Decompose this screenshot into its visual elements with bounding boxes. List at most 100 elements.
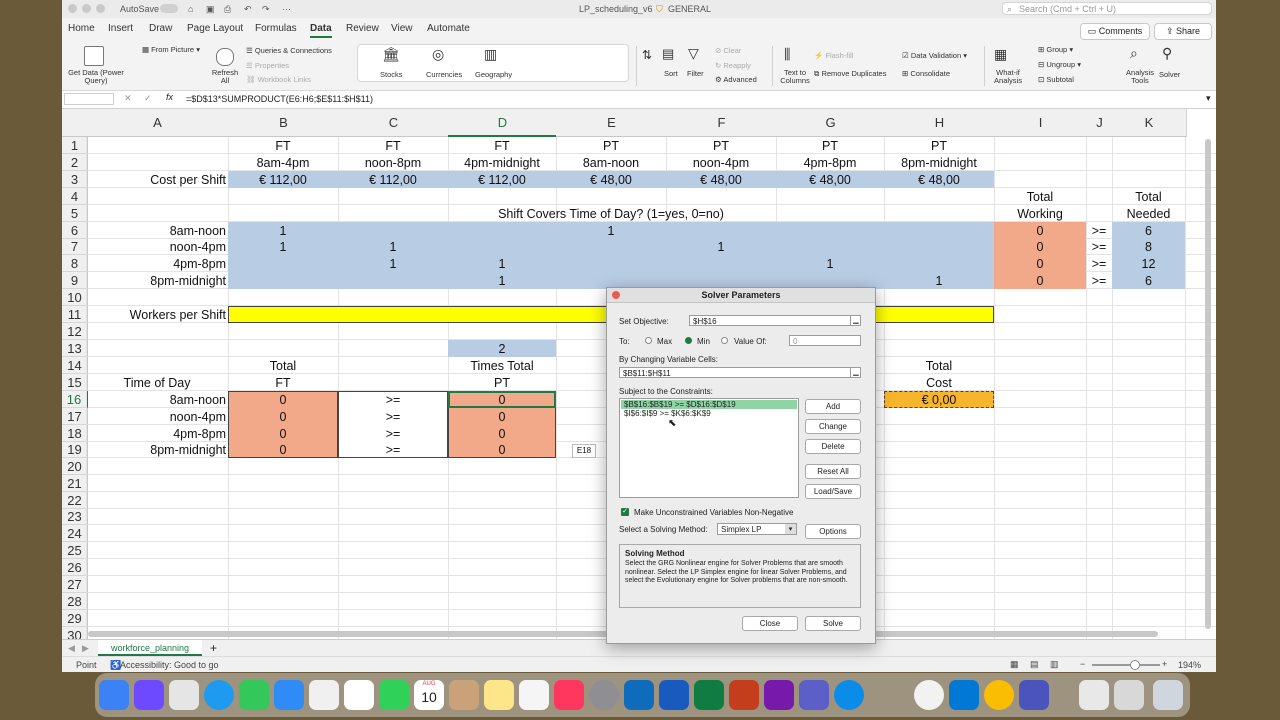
cell-i9[interactable]: 0 — [994, 273, 1086, 289]
page-break-view-icon[interactable]: ▥ — [1050, 659, 1059, 670]
cell-k9[interactable]: 6 — [1112, 273, 1185, 289]
cell-b14[interactable]: Total — [228, 358, 338, 374]
teams-classic-icon[interactable] — [1019, 680, 1049, 710]
minimize-window-icon[interactable] — [82, 4, 91, 13]
home-icon[interactable]: ⌂ — [188, 4, 193, 14]
comments-button[interactable]: ▭ Comments — [1080, 23, 1150, 40]
cell-f3[interactable]: € 48,00 — [666, 172, 776, 188]
cell-a7[interactable]: noon-4pm — [86, 239, 226, 255]
currencies-icon[interactable]: ◎ — [432, 46, 444, 63]
row-header-6[interactable]: 6 — [62, 222, 88, 239]
formula-input[interactable]: =$D$13*SUMPRODUCT(E6:H6;$E$11:$H$11) — [186, 94, 373, 104]
solver-icon[interactable]: ⚲ — [1162, 45, 1172, 62]
cell-i8[interactable]: 0 — [994, 256, 1086, 272]
maps-icon[interactable] — [309, 680, 339, 710]
teams-icon[interactable] — [799, 680, 829, 710]
edge-icon[interactable] — [834, 680, 864, 710]
row-header-10[interactable]: 10 — [62, 289, 88, 306]
cell-k5[interactable]: Needed — [1112, 206, 1185, 222]
cell-g1[interactable]: PT — [776, 138, 884, 154]
cell-h9[interactable]: 1 — [884, 273, 994, 289]
tab-review[interactable]: Review — [346, 23, 379, 34]
cell-b16[interactable]: 0 — [228, 392, 338, 408]
currencies-button[interactable]: Currencies — [426, 70, 462, 79]
nonnegative-checkbox[interactable]: ✓ — [621, 508, 629, 516]
group-button[interactable]: ⊞ Group ▾ — [1038, 45, 1073, 54]
constraint-item[interactable]: $I$6:$I$9 >= $K$6:$K$9 — [621, 409, 797, 418]
row-header-2[interactable]: 2 — [62, 154, 88, 171]
notes-icon[interactable] — [484, 680, 514, 710]
screenshot-icon[interactable] — [1114, 680, 1144, 710]
cell-e6[interactable]: 1 — [556, 223, 666, 239]
value-of-radio[interactable] — [721, 337, 728, 344]
cell-f1[interactable]: PT — [666, 138, 776, 154]
outlook-icon[interactable] — [624, 680, 654, 710]
autosave-toggle[interactable] — [160, 4, 178, 13]
row-header-5[interactable]: 5 — [62, 205, 88, 222]
row-header-24[interactable]: 24 — [62, 525, 88, 542]
row-header-13[interactable]: 13 — [62, 340, 88, 357]
cell-e2[interactable]: 8am-noon — [556, 155, 666, 171]
row-header-22[interactable]: 22 — [62, 492, 88, 509]
options-button[interactable]: Options — [805, 524, 861, 539]
solve-button[interactable]: Solve — [805, 616, 861, 631]
changing-cells-input[interactable]: $B$11:$H$11 — [619, 367, 861, 378]
consolidate-button[interactable]: ⊞ Consolidate — [902, 69, 950, 78]
calendar-icon[interactable]: AUG 10 — [414, 680, 444, 710]
cell-a9[interactable]: 8pm-midnight — [86, 273, 226, 289]
onenote-icon[interactable] — [764, 680, 794, 710]
vertical-scrollbar[interactable] — [1205, 139, 1211, 629]
row-header-28[interactable]: 28 — [62, 593, 88, 610]
accessibility-status[interactable]: Accessibility: Good to go — [120, 660, 219, 670]
cell-a17[interactable]: noon-4pm — [86, 409, 226, 425]
safari-icon[interactable] — [204, 680, 234, 710]
print-icon[interactable]: ⎙ — [224, 4, 231, 15]
cell-d18[interactable]: 0 — [448, 426, 556, 442]
cell-a8[interactable]: 4pm-8pm — [86, 256, 226, 272]
cell-i4[interactable]: Total — [994, 189, 1086, 205]
cell-d14[interactable]: Times Total — [448, 358, 556, 374]
constraints-list[interactable]: $B$16:$B$19 >= $D$16:$D$19 $I$6:$I$9 >= … — [619, 398, 799, 498]
cell-b17[interactable]: 0 — [228, 409, 338, 425]
freeform-icon[interactable] — [519, 680, 549, 710]
row-header-16[interactable]: 16 — [62, 391, 88, 408]
photos-icon[interactable] — [344, 680, 374, 710]
zoom-slider[interactable] — [1092, 664, 1160, 666]
text-to-columns-icon[interactable]: ⫼ — [784, 46, 790, 63]
add-constraint-button[interactable]: Add — [805, 399, 861, 414]
zoom-level[interactable]: 194% — [1178, 660, 1201, 670]
normal-view-icon[interactable]: ▦ — [1010, 659, 1019, 670]
cell-d5[interactable]: Shift Covers Time of Day? (1=yes, 0=no) — [228, 206, 994, 222]
powerpoint-icon[interactable] — [729, 680, 759, 710]
expand-formula-icon[interactable]: ▾ — [1206, 93, 1211, 104]
cell-b19[interactable]: 0 — [228, 442, 338, 458]
clear-filter-button[interactable]: ⊘ Clear — [715, 46, 741, 55]
refresh-icon[interactable] — [216, 48, 234, 66]
row-header-15[interactable]: 15 — [62, 374, 88, 391]
vscode-icon[interactable] — [949, 680, 979, 710]
text-to-columns-button[interactable]: Text to Columns — [776, 69, 814, 85]
messages-icon[interactable] — [239, 680, 269, 710]
cell-d8[interactable]: 1 — [448, 256, 556, 272]
filter-icon[interactable]: ▽ — [688, 45, 699, 62]
row-header-8[interactable]: 8 — [62, 255, 88, 272]
what-if-analysis-button[interactable]: What-if Analysis — [990, 69, 1026, 85]
cell-j8[interactable]: >= — [1086, 256, 1112, 272]
cell-i5[interactable]: Working — [994, 206, 1086, 222]
row-header-29[interactable]: 29 — [62, 610, 88, 627]
cell-h15[interactable]: Cost — [884, 375, 994, 391]
cell-d1[interactable]: FT — [448, 138, 556, 154]
geography-button[interactable]: Geography — [475, 70, 512, 79]
row-header-12[interactable]: 12 — [62, 323, 88, 340]
cell-h2[interactable]: 8pm-midnight — [884, 155, 994, 171]
cell-d19[interactable]: 0 — [448, 442, 556, 458]
cell-e3[interactable]: € 48,00 — [556, 172, 666, 188]
page-layout-view-icon[interactable]: ▤ — [1030, 659, 1039, 670]
cell-c7[interactable]: 1 — [338, 239, 448, 255]
cell-f7[interactable]: 1 — [666, 239, 776, 255]
sensitivity-label[interactable]: GENERAL — [668, 4, 711, 14]
analysis-tools-icon[interactable]: ⌕ — [1130, 45, 1138, 62]
data-validation-button[interactable]: ☑ Data Validation ▾ — [902, 51, 967, 60]
cell-f2[interactable]: noon-4pm — [666, 155, 776, 171]
cell-g2[interactable]: 4pm-8pm — [776, 155, 884, 171]
